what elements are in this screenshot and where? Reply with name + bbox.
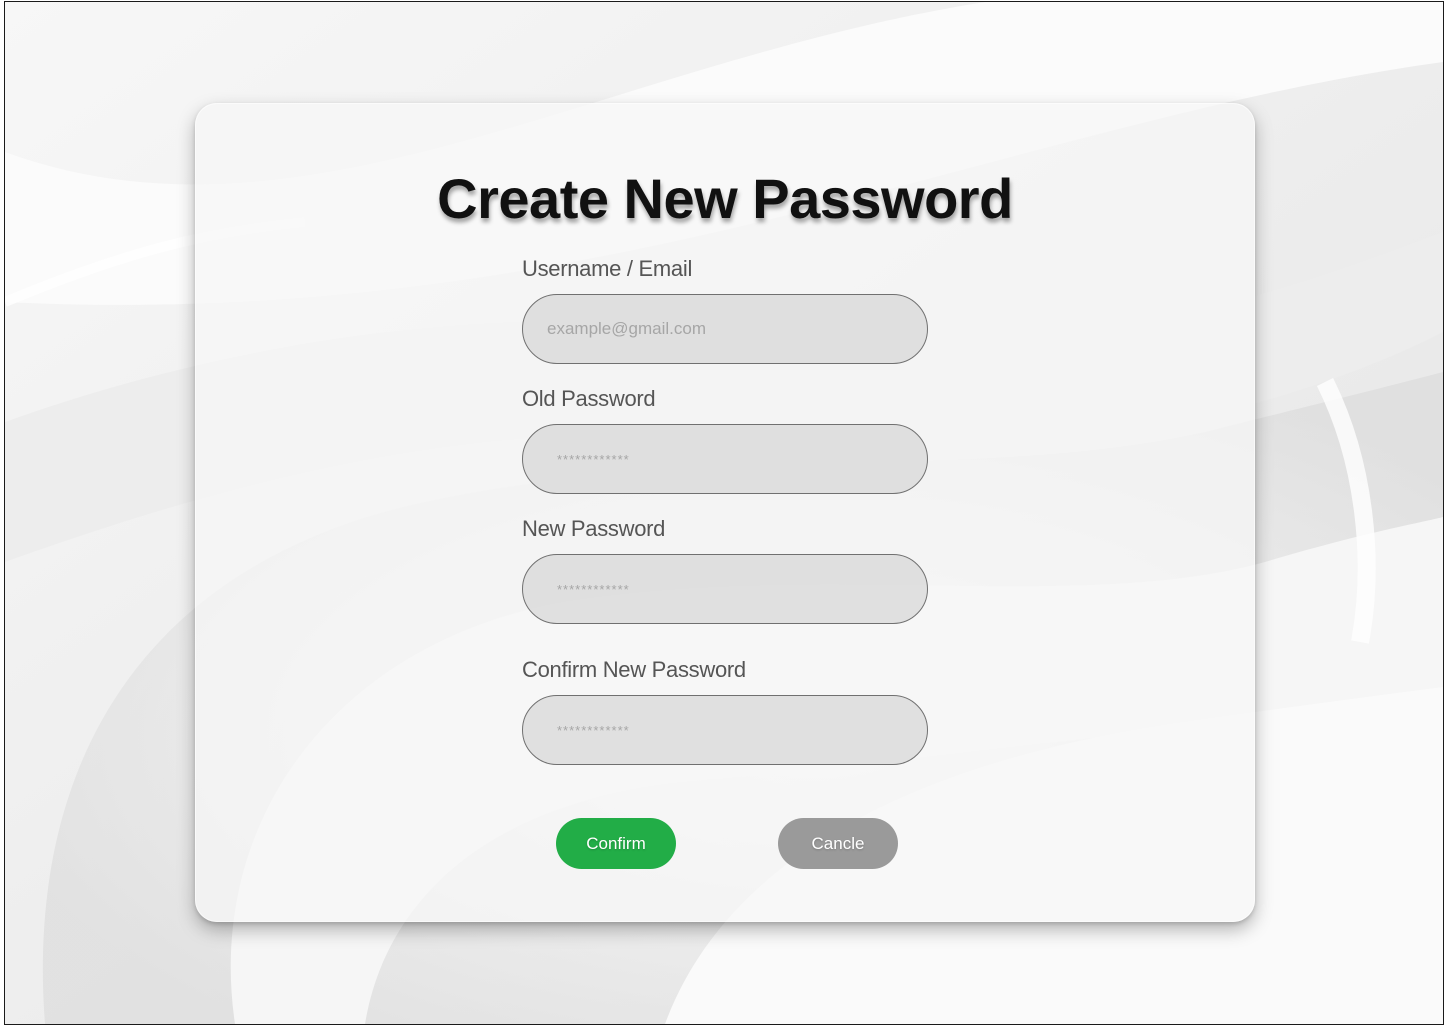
page-title: Create New Password bbox=[437, 167, 1013, 230]
confirm-button[interactable]: Confirm bbox=[556, 818, 676, 869]
confirm-password-label: Confirm New Password bbox=[522, 657, 746, 682]
cancel-button[interactable]: Cancle bbox=[778, 818, 898, 869]
page-frame: Create New Password Username / Email Old… bbox=[4, 1, 1444, 1025]
confirm-password-input[interactable] bbox=[522, 695, 928, 765]
new-password-input[interactable] bbox=[522, 554, 928, 624]
username-email-input[interactable] bbox=[522, 294, 928, 364]
old-password-input[interactable] bbox=[522, 424, 928, 494]
create-password-card: Create New Password Username / Email Old… bbox=[195, 103, 1255, 922]
old-password-label: Old Password bbox=[522, 386, 656, 411]
username-label: Username / Email bbox=[522, 256, 693, 281]
new-password-label: New Password bbox=[522, 516, 666, 541]
